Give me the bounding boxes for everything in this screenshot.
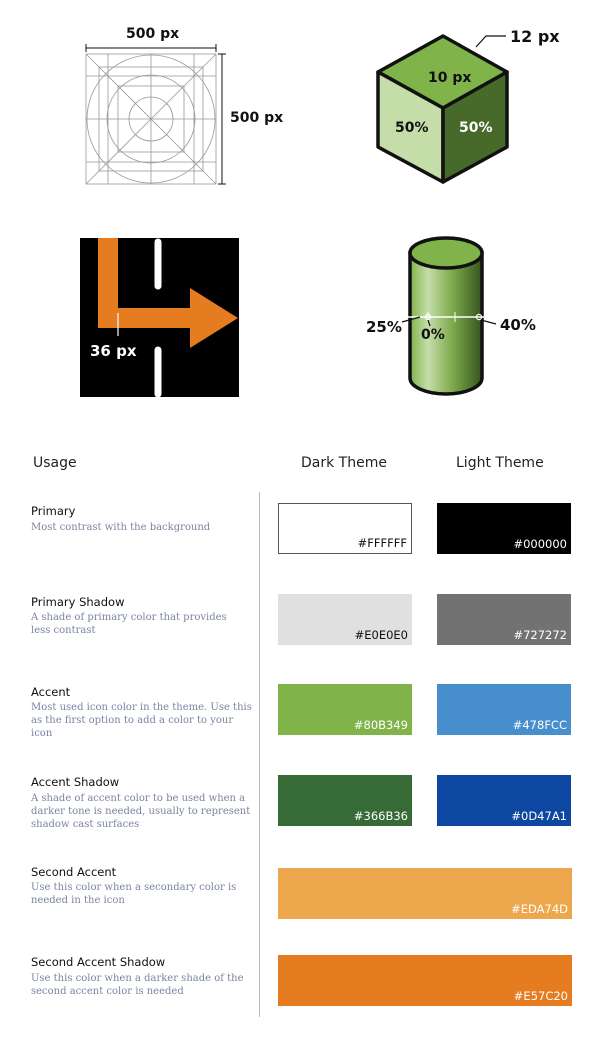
hex-code: #000000 [513,537,567,551]
row-description: Most contrast with the background [31,522,211,533]
wide-swatch: #E57C20 [278,955,572,1006]
row-title: Accent [31,685,71,699]
hex-code: #366B36 [353,809,408,823]
arrow-drawing [80,238,239,398]
cube-right-face-label: 50% [459,120,493,136]
cylinder-drawing [401,236,497,396]
hex-code: #E57C20 [513,989,568,1003]
dark-swatch: #E0E0E0 [278,594,412,645]
light-theme-header: Light Theme [456,455,544,471]
cube-left-face-label: 50% [395,120,429,136]
dark-swatch: #80B349 [278,684,412,735]
cube-inner-label: 10 px [428,70,472,86]
cylinder-right-label: 40% [500,316,536,334]
row-description: A shade of primary color that provides l… [31,612,227,636]
light-swatch: #478FCC [437,684,571,735]
cylinder-left-label: 25% [366,318,402,336]
hex-code: #0D47A1 [511,809,567,823]
hex-code: #478FCC [512,718,567,732]
row-description: Use this color when a darker shade of th… [31,973,244,997]
grid-height-label: 500 px [230,110,284,126]
hex-code: #80B349 [353,718,408,732]
light-swatch: #0D47A1 [437,775,571,826]
dark-swatch: #FFFFFF [278,503,412,554]
row-title: Second Accent [31,865,117,879]
row-title: Primary Shadow [31,595,125,609]
row-title: Accent Shadow [31,775,120,789]
hex-code: #E0E0E0 [354,628,408,642]
cylinder-center-label: 0% [421,327,445,343]
row-description: Use this color when a secondary color is… [31,882,237,906]
row-title: Primary [31,504,76,518]
hex-code: #EDA74D [511,902,568,916]
row-description: A shade of accent color to be used when … [31,793,251,830]
cube-stroke-label: 12 px [510,27,560,46]
hex-code: #727272 [513,628,567,642]
light-swatch: #727272 [437,594,571,645]
table-divider [259,492,260,1017]
usage-header: Usage [33,455,77,471]
wide-swatch: #EDA74D [278,868,572,919]
dark-theme-header: Dark Theme [301,455,387,471]
row-title: Second Accent Shadow [31,955,166,969]
row-description: Most used icon color in the theme. Use t… [31,702,252,739]
hex-code: #FFFFFF [357,536,407,550]
grid-width-label: 500 px [126,26,180,42]
arrow-stroke-label: 36 px [90,342,137,360]
light-swatch: #000000 [437,503,571,554]
dark-swatch: #366B36 [278,775,412,826]
